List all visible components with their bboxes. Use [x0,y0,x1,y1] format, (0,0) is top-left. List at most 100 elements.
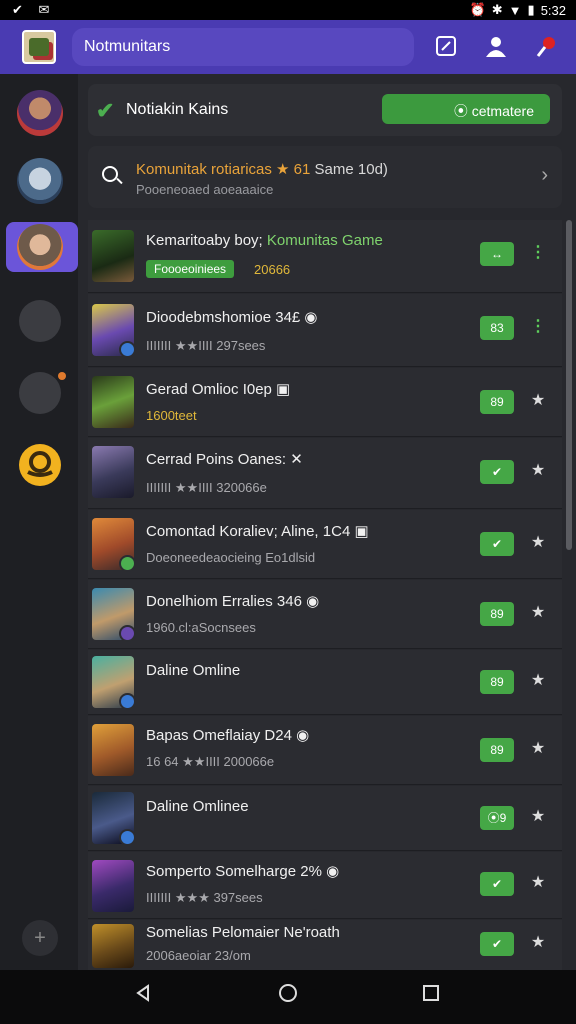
back-icon[interactable] [128,982,158,1012]
edit-icon[interactable] [434,35,458,59]
row-title: Somperto Somelharge 2% ◉ [146,863,340,880]
list-item[interactable]: Daline Omlinee ⦿9 ★ [88,786,562,851]
star-icon[interactable]: ★ [530,670,546,690]
game-thumbnail [92,924,134,968]
list-item[interactable]: Donelhiom Erralies 346 ◉ 1960.cl:aSocnse… [88,580,562,649]
row-title: Donelhiom Erralies 346 ◉ [146,593,320,610]
people-icon[interactable] [484,35,508,59]
list-item[interactable]: Somelias Pelomaier Ne'roath 2006aeoiar 2… [88,920,562,971]
sidebar-avatar-4[interactable] [19,300,61,342]
row-action-pill[interactable]: ✔ [480,460,514,484]
list-item[interactable]: Gerad Omlioc ⁠I0ep ▣ 1600teet 89 ★ [88,368,562,437]
list-item[interactable]: Kemaritoaby boy; Komunitas Game Foooeoin… [88,220,562,293]
notice-button-label: ⦿ cetmatere [453,103,534,119]
star-icon[interactable]: ★ [530,738,546,758]
row-action-pill[interactable]: 89 [480,602,514,626]
platform-icon [119,829,136,846]
home-icon[interactable] [273,982,303,1012]
row-title: Comontad Koraliev; Aline, 1C4 ▣ [146,523,369,540]
search-title-rest: Same 10d) [310,161,388,178]
title-pill[interactable]: Notmunitars [72,28,414,66]
game-thumbnail [92,230,134,282]
status-time: 5:32 [540,2,566,18]
search-icon [102,166,118,182]
list-item[interactable]: Bapas Omeflaiay D24 ◉ 16 64 ★★IIII 20006… [88,716,562,785]
star-icon[interactable]: ★ [530,390,546,410]
game-thumbnail [92,446,134,498]
row-subtitle: 16 64 ★★IIII 200066e [146,754,275,769]
search-subtitle: Pooeneoaed aoeaaaice [136,182,274,197]
row-action-pill[interactable]: ✔ [480,532,514,556]
status-bar: ✔ ✉ ⏰ ✱ ▼ ▮ 5:32 [0,0,576,20]
list-item[interactable]: Comontad Koraliev; Aline, 1C4 ▣ Doeoneed… [88,510,562,579]
platform-icon [119,625,136,642]
sidebar-avatar-6[interactable] [19,444,61,486]
notice-button[interactable]: ⦿ cetmatere [382,94,550,124]
game-thumbnail [92,656,136,710]
status-left-icons: ✔ ✉ [12,2,56,17]
platform-icon [119,555,136,572]
notice-banner: ✔ Notiakin Kains ⦿ cetmatere [88,84,562,136]
row-action-pill[interactable]: 89 [480,670,514,694]
star-icon[interactable]: ★ [530,460,546,480]
row-action-pill[interactable]: ✔ [480,872,514,896]
scrollbar[interactable] [566,220,572,550]
more-icon[interactable]: ⋮ [530,316,546,336]
row-title: Gerad Omlioc ⁠I0ep ▣ [146,381,291,398]
row-action-pill[interactable]: 83 [480,316,514,340]
list-item[interactable]: Cerrad Poins Oanes: ✕ IIIIIII ★★IIII 320… [88,438,562,509]
row-action-pill[interactable]: ↔ [480,242,514,266]
game-thumbnail [92,304,136,358]
search-title: Komunitak rotiaricas ★ 61 Same 10d) [136,160,388,178]
chevron-right-icon[interactable]: › [541,164,548,187]
sidebar-avatar-5[interactable] [19,372,61,414]
battery-icon: ▮ [527,2,535,17]
list-item[interactable]: Dioodebmshomioe 34£ ◉ IIIIIII ★★IIII 297… [88,294,562,367]
row-action-pill[interactable]: 89 [480,390,514,414]
recents-icon[interactable] [416,982,446,1012]
app-logo[interactable] [22,30,56,64]
sidebar: + [0,74,78,970]
alarm-icon: ⏰ [469,2,486,17]
row-subtitle: 1960.cl:aSocnsees [146,620,256,635]
sidebar-avatar-1[interactable] [17,90,63,136]
more-icon[interactable]: ⋮ [530,242,546,262]
platform-icon [119,341,136,358]
sidebar-avatar-3[interactable] [17,224,63,270]
row-title-main: Kemaritoaby boy; [146,232,267,249]
row-action-pill[interactable]: ⦿9 [480,806,514,830]
game-thumbnail [92,518,136,572]
row-subtitle: 1600teet [146,408,197,423]
star-icon[interactable]: ★ [530,602,546,622]
star-icon[interactable]: ★ [530,806,546,826]
star-icon[interactable]: ★ [530,872,546,892]
star-icon[interactable]: ★ [530,532,546,552]
row-subtitle: 2006aeoiar 23/om [146,948,251,963]
game-thumbnail [92,724,134,776]
system-nav-bar [0,970,576,1024]
app-title: Notmunitars [84,38,171,55]
row-title: Kemaritoaby boy; Komunitas Game [146,232,383,249]
game-thumbnail [92,588,136,642]
game-thumbnail [92,860,134,912]
sidebar-avatar-2[interactable] [17,158,63,204]
row-tag[interactable]: Foooeoiniees [146,260,235,278]
row-subtitle: IIIIIII ★★★ 397sees [146,890,263,905]
star-icon[interactable]: ★ [530,932,546,952]
row-action-pill[interactable]: ✔ [480,932,514,956]
game-thumbnail [92,792,136,846]
row-subtitle: 20666 [254,262,291,277]
row-subtitle: Doeoneedeaocieing Eo1dlsid [146,550,316,565]
status-right: ⏰ ✱ ▼ ▮ 5:32 [470,2,566,18]
add-server-icon[interactable]: + [22,920,58,956]
list-item[interactable]: Somperto Somelharge 2% ◉ IIIIIII ★★★ 397… [88,852,562,919]
row-title: Dioodebmshomioe 34£ ◉ [146,309,318,326]
main-panel: ✔ Notiakin Kains ⦿ cetmatere Komunitak r… [78,74,576,971]
row-action-pill[interactable]: 89 [480,738,514,762]
list-item[interactable]: Daline Omline 89 ★ [88,650,562,715]
search-bar[interactable]: Komunitak rotiaricas ★ 61 Same 10d) Pooe… [88,146,562,208]
mic-icon[interactable] [534,35,558,59]
row-title: Bapas Omeflaiay D24 ◉ [146,727,310,744]
row-subtitle: IIIIIII ★★IIII 320066e [146,480,267,495]
bluetooth-icon: ✱ [491,2,503,17]
